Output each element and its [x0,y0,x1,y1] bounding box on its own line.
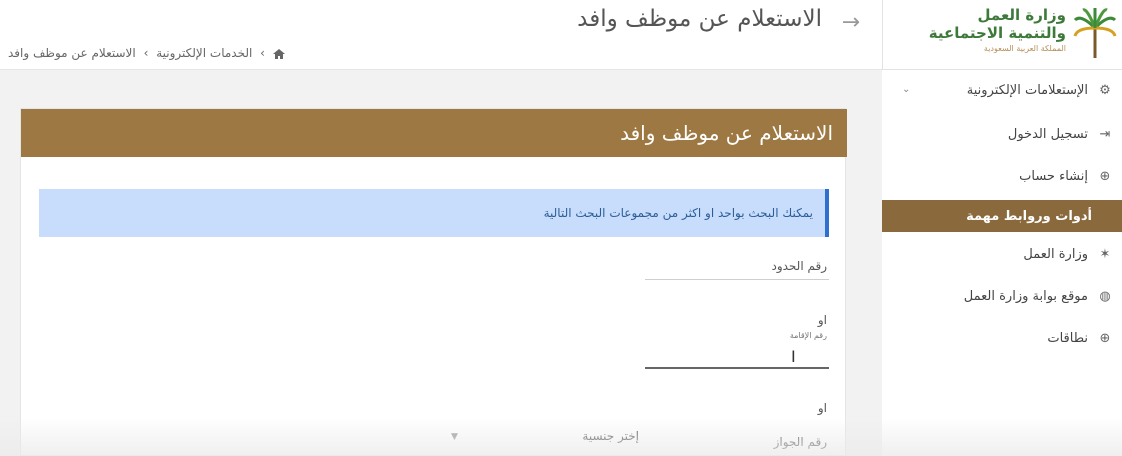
sidebar-item-label: إنشاء حساب [1019,168,1088,184]
passport-label: رقم الجواز [773,435,827,449]
info-alert: يمكنك البحث بواحد او اكثر من مجموعات الب… [39,189,829,237]
breadcrumb-separator: › [260,46,265,60]
sidebar-link-nitaqat[interactable]: ⊕ نطاقات [882,320,1122,356]
border-number-input[interactable] [645,279,829,280]
sidebar-item-label: الإستعلامات الإلكترونية [966,82,1088,98]
sidebar-item-label: نطاقات [1047,330,1088,346]
sidebar-item-label: تسجيل الدخول [1007,126,1088,142]
nationality-select-value: إختر جنسية [582,429,639,443]
nationality-select[interactable]: إختر جنسية ▼ [451,429,639,455]
ministry-logo[interactable]: وزارة العمل والتنمية الاجتماعية المملكة … [882,0,1122,70]
breadcrumb-item-eservices[interactable]: الخدمات الإلكترونية [156,46,252,60]
sidebar-item-create-account[interactable]: ⊕ إنشاء حساب [882,158,1122,194]
caret-down-icon: ▼ [451,432,458,442]
palm-icon: ✶ [1099,246,1111,262]
globe-icon: ◍ [1099,288,1111,304]
iqama-label: رقم الإقامة [789,331,827,340]
page-header: الاستعلام عن موظف وافد → › الخدمات الإلك… [0,0,882,70]
plus-circle-icon: ⊕ [1099,330,1111,346]
logo-line-2: والتنمية الاجتماعية [928,24,1066,42]
iqama-input[interactable] [645,367,829,369]
breadcrumb-separator: › [143,46,149,60]
page-title: الاستعلام عن موظف وافد [577,6,822,32]
login-icon: ⇥ [1099,126,1111,142]
sidebar-item-label: وزارة العمل [1023,246,1088,262]
chevron-down-icon: ⌄ [902,84,911,95]
card-title: الاستعلام عن موظف وافد [21,109,847,157]
breadcrumb-item-current: الاستعلام عن موظف وافد [8,46,136,60]
logo-line-3: المملكة العربية السعودية [983,44,1066,53]
border-number-label: رقم الحدود [771,259,827,273]
sidebar-item-login[interactable]: ⇥ تسجيل الدخول [882,116,1122,152]
sidebar-link-ministry[interactable]: ✶ وزارة العمل [882,236,1122,272]
or-label-1: او [817,313,827,327]
inquiry-form-card: الاستعلام عن موظف وافد يمكنك البحث بواحد… [20,108,847,456]
palm-tree-icon [1073,8,1117,58]
sidebar-item-e-inquiries[interactable]: ⚙ الإستعلامات الإلكترونية ⌄ [882,72,1122,108]
text-cursor-icon: Ι [791,347,796,366]
sidebar-item-label: موقع بوابة وزارة العمل [963,288,1088,304]
breadcrumb: › الخدمات الإلكترونية › الاستعلام عن موظ… [4,46,289,60]
sidebar: ⚙ الإستعلامات الإلكترونية ⌄ ⇥ تسجيل الدخ… [882,70,1122,456]
or-label-2: او [817,401,827,415]
sidebar-section-header: أدوات وروابط مهمة [882,200,1122,232]
logo-line-1: وزارة العمل [977,6,1067,24]
gears-icon: ⚙ [1099,82,1111,98]
sidebar-link-portal[interactable]: ◍ موقع بوابة وزارة العمل [882,278,1122,314]
arrow-right-icon[interactable]: → [842,10,860,35]
plus-circle-icon: ⊕ [1099,168,1111,184]
home-icon[interactable] [272,48,285,59]
